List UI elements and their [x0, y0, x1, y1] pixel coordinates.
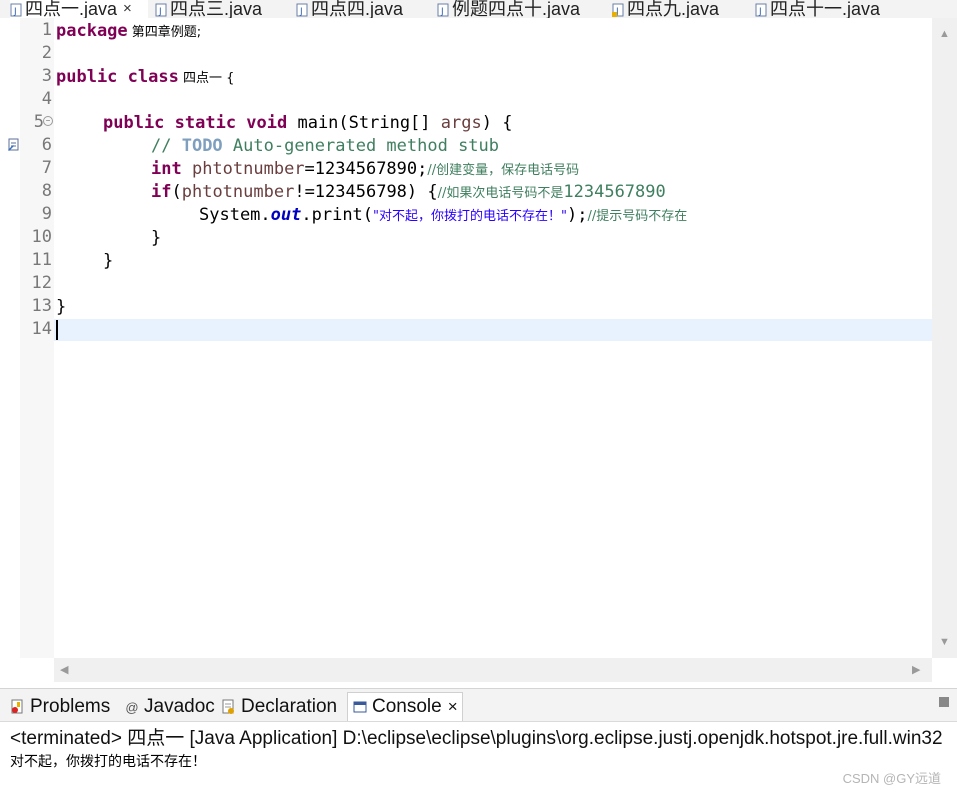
line-number: 10 [31, 227, 52, 247]
current-line-highlight [54, 319, 932, 341]
line-number-gutter: 1 2 3 4 5 − 6 7 8 9 10 11 12 13 14 [20, 18, 54, 658]
tab-label: 四点四.java [311, 0, 404, 18]
java-file-icon: J [437, 3, 449, 17]
tab-label: 四点三.java [170, 0, 263, 18]
line-number: 4 [41, 89, 52, 109]
scroll-down-arrow-icon[interactable]: ▼ [939, 636, 950, 648]
console-output: 对不起，你拨打的电话不存在！ [10, 754, 206, 770]
javadoc-icon: @ [125, 699, 139, 715]
tab-label: Problems [30, 696, 111, 717]
tab-sidian-san[interactable]: J 四点三.java [155, 0, 262, 18]
svg-text:J: J [13, 7, 17, 17]
tab-sidian-shiyi[interactable]: J 四点十一.java [755, 0, 880, 18]
line-number: 8 [41, 181, 52, 201]
code-area[interactable]: package 第四章例题; public class 四点一 { public… [54, 18, 932, 658]
code-line-13: } [56, 297, 67, 317]
view-tab-bar: Problems @ Javadoc Declaration Console × [0, 689, 957, 722]
java-file-icon: J [296, 3, 308, 17]
vertical-scrollbar[interactable]: ▲ ▼ [932, 18, 957, 658]
java-file-warning-icon: J [612, 3, 624, 17]
console-icon [352, 699, 368, 715]
code-line-6: // TODO Auto-generated method stub [151, 136, 500, 156]
code-line-5: public static void main(String[] args) { [103, 113, 513, 133]
tab-label: Console [372, 696, 442, 717]
svg-text:J: J [758, 7, 762, 17]
console-status-line: <terminated> 四点一 [Java Application] D:\e… [10, 728, 943, 749]
line-number: 9 [41, 204, 52, 224]
tab-sidian-yi[interactable]: J 四点一.java × [10, 0, 148, 18]
close-icon[interactable]: × [448, 697, 458, 717]
watermark: CSDN @GY远道 [842, 771, 941, 786]
close-icon[interactable]: × [123, 0, 132, 18]
code-line-3: public class 四点一 { [56, 67, 235, 87]
minimize-icon[interactable] [939, 697, 949, 707]
code-line-7: int phtotnumber=1234567890;//创建变量，保存电话号码 [151, 159, 580, 179]
scroll-right-arrow-icon[interactable]: ▶ [912, 663, 920, 676]
tab-label: 例题四点十.java [452, 0, 581, 18]
text-cursor [56, 320, 58, 340]
line-number: 1 [41, 20, 52, 40]
line-number: 7 [41, 158, 52, 178]
java-file-icon: J [755, 3, 767, 17]
code-line-11: } [103, 251, 114, 271]
svg-text:J: J [440, 7, 444, 17]
java-file-icon: J [155, 3, 167, 17]
line-number: 6 [41, 135, 52, 155]
svg-text:J: J [299, 7, 303, 17]
code-line-1: package 第四章例题; [56, 21, 202, 41]
horizontal-scrollbar[interactable]: ◀ ▶ [54, 658, 932, 682]
code-line-10: } [151, 228, 162, 248]
tab-sidian-jiu[interactable]: J 四点九.java [612, 0, 719, 18]
scroll-up-arrow-icon[interactable]: ▲ [939, 28, 950, 40]
tab-label: Javadoc [144, 696, 215, 717]
line-number: 3 [41, 66, 52, 86]
tab-label: 四点十一.java [770, 0, 881, 18]
fold-collapse-icon[interactable]: − [43, 116, 53, 126]
scroll-left-arrow-icon[interactable]: ◀ [60, 663, 68, 676]
java-file-icon: J [10, 3, 22, 17]
tab-liti-sidian-shi[interactable]: J 例题四点十.java [437, 0, 580, 18]
annotation-ruler [8, 18, 20, 658]
svg-text:J: J [158, 7, 162, 17]
tab-problems[interactable]: Problems [10, 693, 110, 721]
problems-icon [10, 699, 26, 715]
line-number: 2 [41, 43, 52, 63]
tab-label: Declaration [241, 696, 338, 717]
code-line-9: System.out.print("对不起，你拨打的电话不存在！");//提示号… [199, 205, 688, 225]
bottom-view-panel: Problems @ Javadoc Declaration Console ×… [0, 688, 957, 795]
declaration-icon [221, 699, 237, 715]
editor-tab-bar: J 四点一.java × J 四点三.java J 四点四.java J 例题四… [0, 0, 957, 18]
tab-javadoc[interactable]: @ Javadoc [124, 693, 215, 721]
line-number: 13 [31, 296, 52, 316]
code-line-8: if(phtotnumber!=123456798) {//如果次电话号码不是1… [151, 182, 666, 202]
line-number: 11 [31, 250, 52, 270]
line-number: 12 [31, 273, 52, 293]
tab-sidian-si[interactable]: J 四点四.java [296, 0, 403, 18]
tab-declaration[interactable]: Declaration [221, 693, 337, 721]
code-editor[interactable]: 1 2 3 4 5 − 6 7 8 9 10 11 12 13 14 packa… [8, 18, 932, 658]
task-marker-icon[interactable] [8, 138, 20, 152]
tab-label: 四点一.java [25, 0, 118, 18]
line-number: 14 [31, 319, 52, 339]
tab-label: 四点九.java [627, 0, 720, 18]
tab-console[interactable]: Console × [347, 692, 463, 721]
